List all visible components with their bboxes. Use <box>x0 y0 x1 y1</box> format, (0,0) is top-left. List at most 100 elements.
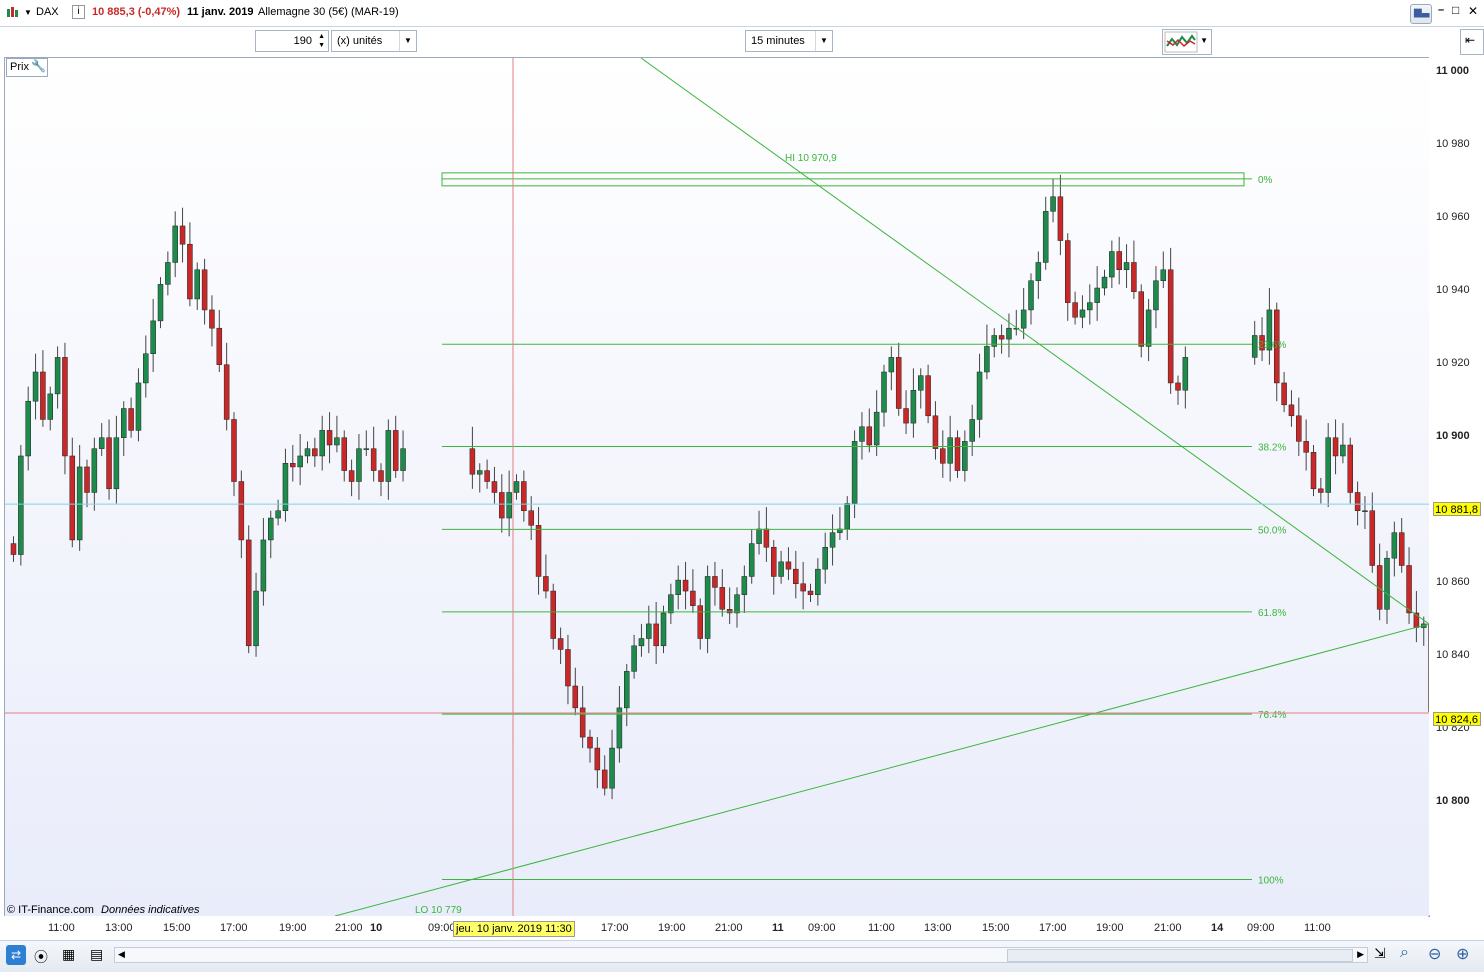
candle-body <box>1370 511 1375 566</box>
candle-body <box>867 427 872 445</box>
units-select[interactable]: (x) unités ▼ <box>331 30 417 52</box>
disclaimer-text: Données indicatives <box>101 904 199 916</box>
candle-body <box>536 525 541 576</box>
zoom-fit-icon[interactable]: ⌕ <box>1400 944 1409 962</box>
info-icon[interactable]: i <box>72 5 85 19</box>
grid-icon[interactable]: ▦ <box>62 946 75 963</box>
candle-body <box>808 591 813 595</box>
quantity-stepper[interactable]: 190 ▲▼ <box>255 30 329 52</box>
horizontal-scrollbar[interactable]: ◀ ▶ <box>114 947 1368 963</box>
candle-body <box>639 639 644 646</box>
scroll-left-icon[interactable]: ◀ <box>118 949 125 960</box>
candle-body <box>749 544 754 577</box>
y-tick-label: 11 000 <box>1436 65 1469 77</box>
candle-body <box>580 708 585 737</box>
candle-body <box>224 365 229 420</box>
candle-body <box>801 584 806 591</box>
candle-body <box>246 540 251 646</box>
chart-icon: ▆▃ <box>1414 7 1429 18</box>
candle-body <box>1073 303 1078 318</box>
candle-body <box>624 671 629 708</box>
candle-body <box>543 576 548 591</box>
scrollbar-thumb[interactable] <box>1007 949 1353 962</box>
chevron-down-icon[interactable]: ▼ <box>399 31 416 51</box>
candle-body <box>859 427 864 442</box>
candle-body <box>1296 416 1301 442</box>
share-icon: ⇄ <box>11 948 21 962</box>
candle-body <box>823 547 828 569</box>
chevron-down-icon[interactable]: ▼ <box>24 8 32 17</box>
chart-window-button[interactable]: ▆▃ <box>1410 4 1432 24</box>
candle-body <box>92 449 97 493</box>
candle-body <box>129 409 134 431</box>
fit-icon[interactable]: ⇲ <box>1374 945 1386 962</box>
candle-body <box>202 270 207 310</box>
candle-body <box>654 624 659 646</box>
minimize-icon[interactable]: – <box>1438 4 1444 16</box>
symbol-label[interactable]: DAX <box>36 6 59 18</box>
y-tick-label: 10 900 <box>1436 430 1470 442</box>
zoom-in-icon[interactable]: ⊕ <box>1456 944 1469 964</box>
chart-svg[interactable]: 0%23.6%38.2%50.0%61.8%76.4%100%HI 10 970… <box>5 58 1429 916</box>
candle-body <box>926 376 931 416</box>
price-axis[interactable]: 11 00010 98010 96010 94010 92010 90010 8… <box>1429 57 1484 915</box>
quote-value: 10 885,3 (-0,47%) <box>92 6 180 18</box>
candle-body <box>573 686 578 708</box>
chevron-down-icon[interactable]: ▼ <box>1200 36 1208 45</box>
candle-body <box>948 438 953 464</box>
maximize-icon[interactable]: □ <box>1452 3 1459 17</box>
stepper-arrows-icon[interactable]: ▲▼ <box>318 32 325 50</box>
bar-chart-icon <box>6 5 20 22</box>
candle-body <box>1399 533 1404 566</box>
candle-body <box>1153 281 1158 310</box>
magnet-icon[interactable]: ⦿ <box>34 947 48 967</box>
candle-body <box>1355 492 1360 510</box>
candle-body <box>507 492 512 518</box>
candle-body <box>151 321 156 354</box>
close-icon[interactable]: ✕ <box>1468 4 1478 18</box>
y-tick-label: 10 840 <box>1436 649 1470 661</box>
indicators-button[interactable]: ▼ <box>1162 29 1212 55</box>
scroll-right-icon[interactable]: ▶ <box>1357 949 1364 960</box>
candle-body <box>393 430 398 470</box>
candle-body <box>356 449 361 482</box>
fib-level-label: 61.8% <box>1258 608 1286 619</box>
candle-body <box>852 441 857 503</box>
candle-body <box>830 533 835 548</box>
candle-body <box>1021 310 1026 328</box>
candle-body <box>962 441 967 470</box>
candle-body <box>371 449 376 471</box>
x-tick-label: 21:00 <box>1154 922 1182 934</box>
candle-body <box>1102 277 1107 288</box>
candle-body <box>239 482 244 540</box>
zoom-out-icon[interactable]: ⊖ <box>1428 944 1441 964</box>
candle-body <box>698 606 703 639</box>
candle-body <box>705 576 710 638</box>
side-panel-toggle[interactable]: ⇤ <box>1460 29 1484 55</box>
candle-body <box>661 613 666 646</box>
chart-canvas[interactable]: 0%23.6%38.2%50.0%61.8%76.4%100%HI 10 970… <box>4 57 1430 917</box>
share-button[interactable]: ⇄ <box>6 945 26 965</box>
candle-body <box>1043 211 1048 262</box>
candle-body <box>904 409 909 424</box>
candle-body <box>1131 262 1136 291</box>
candle-body <box>1176 383 1181 390</box>
candle-body <box>217 328 222 365</box>
price-tab[interactable]: Prix 🔧 <box>6 58 48 77</box>
interval-value: 15 minutes <box>751 35 805 47</box>
candle-body <box>558 639 563 650</box>
candle-body <box>845 503 850 529</box>
x-tick-label: 10 <box>370 922 382 934</box>
interval-select[interactable]: 15 minutes ▼ <box>745 30 833 52</box>
candle-body <box>261 540 266 591</box>
chevron-down-icon[interactable]: ▼ <box>815 31 832 51</box>
candle-body <box>342 438 347 471</box>
y-tick-label: 10 980 <box>1436 138 1470 150</box>
wrench-icon[interactable]: 🔧 <box>31 59 46 73</box>
title-bar: ▼ DAX i 10 885,3 (-0,47%) 11 janv. 2019 … <box>0 0 1484 27</box>
layout-icon[interactable]: ▤ <box>90 946 103 963</box>
candle-body <box>26 401 31 456</box>
candle-body <box>933 416 938 449</box>
candle-body <box>55 357 60 394</box>
time-axis[interactable]: 11:0013:0015:0017:0019:0021:001009:0013:… <box>4 916 1428 940</box>
